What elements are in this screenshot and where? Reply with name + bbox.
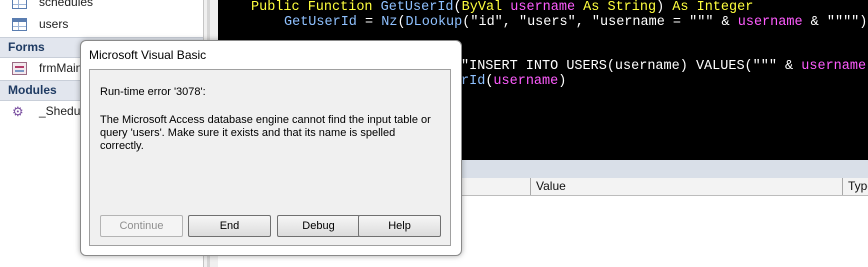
error-code-text: Run-time error '3078':: [100, 86, 206, 98]
help-button[interactable]: Help: [358, 215, 441, 237]
nav-item-label: _Shedul: [39, 104, 84, 118]
continue-button[interactable]: Continue: [100, 215, 183, 237]
table-icon: [12, 0, 27, 9]
error-message-text: The Microsoft Access database engine can…: [100, 114, 431, 152]
module-icon: ⚙: [12, 103, 24, 119]
nav-item-label: frmMain: [39, 61, 83, 75]
column-header-value[interactable]: Value: [536, 179, 566, 193]
dialog-body: Run-time error '3078': The Microsoft Acc…: [89, 69, 451, 246]
nav-group-label: Forms: [8, 40, 45, 54]
nav-item-label: schedules: [39, 0, 94, 9]
end-button[interactable]: End: [188, 215, 271, 237]
debug-button[interactable]: Debug: [277, 215, 360, 237]
column-header-type[interactable]: Type: [848, 179, 868, 193]
nav-item-schedules[interactable]: schedules: [0, 0, 203, 13]
nav-item-users[interactable]: users: [0, 13, 203, 35]
table-icon: [12, 17, 27, 31]
runtime-error-dialog: Microsoft Visual Basic Run-time error '3…: [80, 40, 462, 256]
code-line: Public Function GetUserId(ByVal username…: [251, 0, 754, 15]
nav-item-label: users: [39, 17, 69, 31]
code-line: rId(username): [461, 74, 567, 89]
code-line: "INSERT INTO USERS(username) VALUES(""" …: [461, 59, 867, 74]
form-icon: [12, 61, 27, 75]
dialog-title: Microsoft Visual Basic: [89, 48, 207, 62]
code-line: GetUserId = Nz(DLookup("id", "users", "u…: [284, 15, 868, 30]
nav-group-label: Modules: [8, 83, 57, 97]
